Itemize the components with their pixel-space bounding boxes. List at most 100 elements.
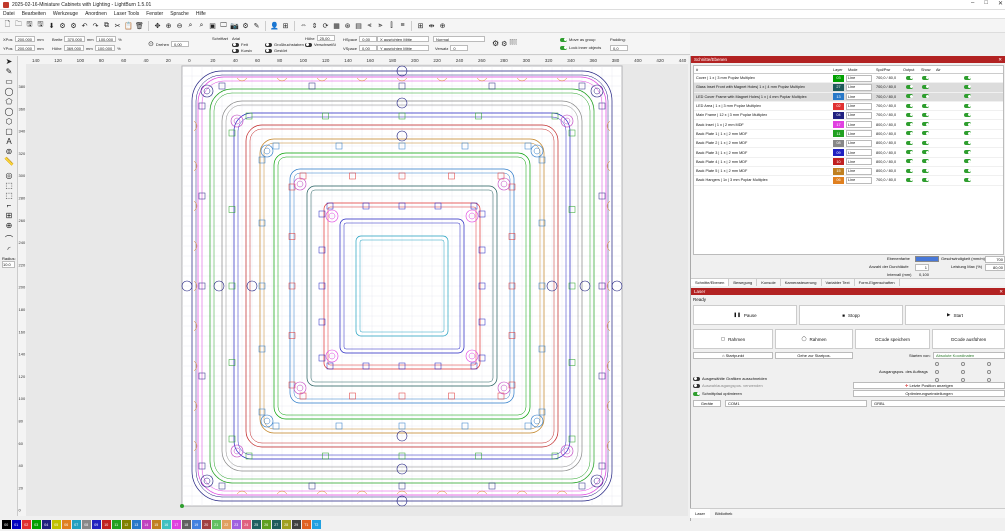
cut-layer-row[interactable]: Back Plate 4 | 1 x | 2 mm MDF 10 Line 80…	[694, 158, 1003, 167]
frame-circle-button[interactable]: ◯ Rahmen	[775, 329, 853, 349]
cut-layer-row[interactable]: Back Hangers | 1x | 3 mm Poplar Multiple…	[694, 176, 1003, 186]
offset-field[interactable]: Versatz 0	[435, 45, 469, 51]
distribute-h-icon[interactable]: ⫿	[387, 21, 396, 30]
tab-5[interactable]: Form-Eigenschaften	[855, 279, 900, 286]
palette-color[interactable]: 27	[272, 520, 281, 529]
palette-color[interactable]: 10	[102, 520, 111, 529]
palette-color[interactable]: 00	[2, 520, 11, 529]
edit-nodes-icon[interactable]: ✎	[2, 66, 16, 76]
padding-field[interactable]: 0,0	[610, 45, 628, 51]
palette-color[interactable]: 09	[92, 520, 101, 529]
output-toggle[interactable]	[906, 131, 913, 136]
design-canvas[interactable]: 140 120 100 80 60 40 20 0 20 40 60 80 100 120 140 160 18…	[18, 56, 688, 516]
upper-switch[interactable]	[265, 42, 272, 47]
layer-number-swatch[interactable]: 02	[833, 102, 844, 110]
measure-icon[interactable]: 📏	[2, 156, 16, 166]
output-toggle[interactable]	[906, 168, 913, 174]
move-group-switch[interactable]	[560, 37, 567, 42]
rect-round-icon[interactable]: ▢	[2, 126, 16, 136]
distribute-v-icon[interactable]: ≡	[398, 21, 407, 30]
layer-mode-select[interactable]: Line	[846, 121, 872, 129]
palette-color[interactable]: 03	[32, 520, 41, 529]
rotate-input[interactable]: 0,00	[171, 41, 189, 47]
height-field[interactable]: Höhe 369.000 mm 100.000%	[52, 45, 121, 51]
zoom-page-icon[interactable]: ⌕	[197, 21, 206, 30]
palette-color[interactable]: 25	[252, 520, 261, 529]
zoom-out-icon[interactable]: ⊖	[175, 21, 184, 30]
save-gcode-button[interactable]: GCode speichern	[855, 329, 930, 349]
layer-number-swatch[interactable]: 13	[833, 93, 844, 101]
array-grid-icon[interactable]: ⊞	[2, 210, 16, 220]
break-icon[interactable]: ⌐	[2, 200, 16, 210]
minimize-icon[interactable]: –	[971, 0, 974, 7]
show-last-button[interactable]: ✛ Letzte Position anzeigen	[853, 382, 1005, 389]
array-icon[interactable]: ▦	[332, 21, 341, 30]
menu-item[interactable]: Laser Tools	[114, 11, 139, 17]
output-toggle[interactable]	[906, 177, 913, 183]
output-toggle[interactable]	[906, 84, 913, 90]
palette-color[interactable]: 07	[72, 520, 81, 529]
grid-icon[interactable]: ⊞	[416, 21, 425, 30]
palette-color[interactable]: 14	[142, 520, 151, 529]
redo-icon[interactable]: ↷	[91, 21, 100, 30]
circle-array-icon[interactable]: ⊕	[2, 220, 16, 230]
save-icon[interactable]: 🖫	[25, 21, 34, 30]
layer-color-swatch[interactable]	[915, 256, 939, 262]
settings-icon[interactable]: ⚙	[58, 21, 67, 30]
device-select[interactable]: COM1	[725, 400, 867, 407]
show-toggle[interactable]	[922, 140, 929, 146]
pause-button[interactable]: ❚❚ Pause	[693, 305, 797, 325]
padding-input[interactable]: 0,0	[610, 45, 628, 51]
cut-layer-row[interactable]: Back Plate 1 | 1 x | 2 mm MDF 11 Line 80…	[694, 130, 1003, 140]
group-icon[interactable]: ⚙	[492, 39, 499, 48]
frame-button[interactable]: ▢ Rahmen	[693, 329, 773, 349]
passes-input[interactable]: 1	[915, 264, 929, 271]
origin-radio[interactable]	[935, 370, 939, 374]
palette-color[interactable]: T2	[312, 520, 321, 529]
text-icon[interactable]: A	[2, 136, 16, 146]
show-toggle[interactable]	[922, 103, 929, 109]
menu-item[interactable]: Hilfe	[196, 11, 206, 17]
tab-2[interactable]: Konsole	[757, 279, 781, 286]
welded-switch[interactable]	[305, 42, 312, 47]
open-icon[interactable]: 🗀	[14, 21, 23, 30]
yalign-field[interactable]: Y ausrichten Mitte	[377, 45, 429, 51]
select-icon[interactable]: ➤	[2, 56, 16, 66]
upper-toggle[interactable]: Großbuchstaben	[265, 42, 304, 47]
move-group-toggle[interactable]: Move as group	[560, 37, 595, 42]
layer-mode-select[interactable]: Line	[846, 111, 872, 119]
menu-item[interactable]: Werkzeuge	[53, 11, 78, 17]
save-as-icon[interactable]: 🖫	[36, 21, 45, 30]
air-toggle[interactable]	[964, 150, 971, 155]
italic-switch[interactable]	[232, 48, 239, 53]
welded-toggle[interactable]: Verschweißt	[305, 42, 336, 47]
palette-color[interactable]: 20	[202, 520, 211, 529]
bold-switch[interactable]	[232, 42, 239, 47]
air-toggle[interactable]	[964, 177, 971, 183]
layer-mode-select[interactable]: Line	[846, 102, 872, 110]
cut-layer-row[interactable]: LED Area | 1 x | 3 mm Poplar Multiplex 0…	[694, 102, 1003, 112]
palette-color[interactable]: 12	[122, 520, 131, 529]
show-toggle[interactable]	[922, 131, 929, 136]
menu-item[interactable]: Sprache	[170, 11, 189, 17]
layer-number-swatch[interactable]: 06	[833, 176, 844, 184]
offset-icon[interactable]: ◎	[2, 170, 16, 180]
show-toggle[interactable]	[922, 122, 929, 127]
bottom-tab-1[interactable]: Bibliothek	[710, 509, 737, 518]
palette-color[interactable]: 06	[62, 520, 71, 529]
font-field[interactable]: Schriftart Arial	[212, 35, 300, 41]
air-toggle[interactable]	[964, 75, 971, 81]
zoom-fit-icon[interactable]: ⌕	[186, 21, 195, 30]
xpos-input[interactable]: 200.000	[14, 36, 36, 42]
output-toggle[interactable]	[906, 122, 913, 127]
paste-icon[interactable]: 📋	[124, 21, 133, 30]
lock-inner-switch[interactable]	[560, 45, 567, 50]
vspace-field[interactable]: VSpace 0,00	[343, 45, 378, 51]
ellipse-icon[interactable]: ◯	[2, 86, 16, 96]
cut-icon[interactable]: ✂	[113, 21, 122, 30]
font-select[interactable]: Arial	[230, 35, 300, 41]
air-toggle[interactable]	[964, 159, 971, 164]
layer-mode-select[interactable]: Line	[846, 130, 872, 138]
home-button[interactable]: ⌂ Startpunkt	[693, 352, 773, 359]
show-toggle[interactable]	[922, 112, 929, 118]
